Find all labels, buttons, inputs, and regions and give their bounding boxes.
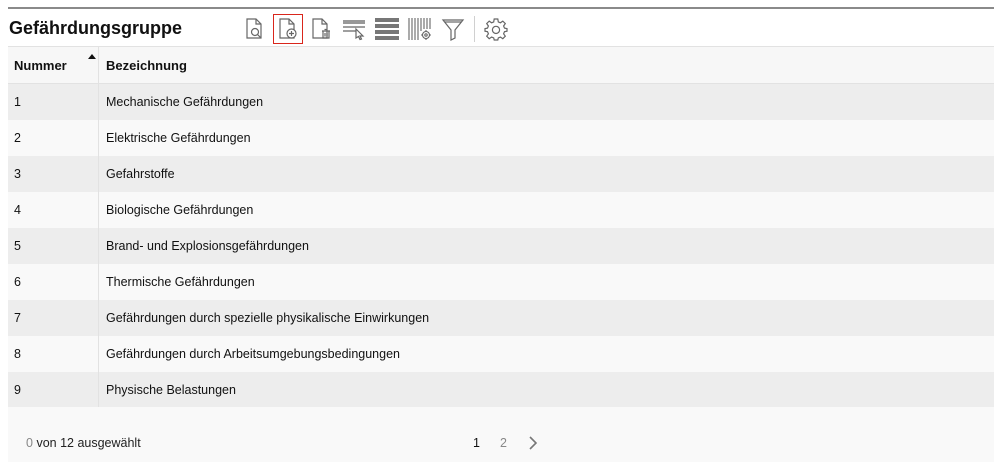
table-row[interactable]: 9 Physische Belastungen bbox=[8, 372, 994, 408]
page-title: Gefährdungsgruppe bbox=[9, 18, 183, 38]
cell-bezeichnung: Gefährdungen durch Arbeitsumgebungsbedin… bbox=[106, 347, 400, 361]
next-page-button[interactable] bbox=[521, 434, 545, 452]
preview-button[interactable] bbox=[240, 14, 270, 44]
filter-button[interactable] bbox=[438, 14, 468, 44]
select-row-button[interactable] bbox=[339, 14, 369, 44]
page-link-2[interactable]: 2 bbox=[490, 436, 517, 450]
toolbar-separator bbox=[474, 16, 475, 42]
cell-nummer: 9 bbox=[8, 372, 99, 408]
cell-nummer: 2 bbox=[8, 120, 99, 156]
cell-bezeichnung: Biologische Gefährdungen bbox=[106, 203, 254, 217]
toolbar bbox=[240, 13, 514, 45]
table-row[interactable]: 6 Thermische Gefährdungen bbox=[8, 264, 994, 300]
cell-bezeichnung: Gefahrstoffe bbox=[106, 167, 175, 181]
add-button[interactable] bbox=[273, 14, 303, 44]
grid-header: Nummer Bezeichnung bbox=[8, 46, 994, 84]
cell-nummer: 8 bbox=[8, 336, 99, 372]
cell-nummer: 3 bbox=[8, 156, 99, 192]
column-header-nummer[interactable]: Nummer bbox=[8, 47, 99, 83]
document-add-icon bbox=[279, 18, 297, 39]
header: Gefährdungsgruppe bbox=[8, 9, 994, 46]
cell-bezeichnung: Physische Belastungen bbox=[106, 383, 236, 397]
filter-icon bbox=[441, 19, 465, 41]
gear-icon bbox=[484, 18, 508, 41]
rows-button[interactable] bbox=[372, 14, 402, 44]
table-row[interactable]: 7 Gefährdungen durch spezielle physikali… bbox=[8, 300, 994, 336]
page-link-1[interactable]: 1 bbox=[463, 436, 490, 450]
table-row[interactable]: 4 Biologische Gefährdungen bbox=[8, 192, 994, 228]
cell-bezeichnung: Mechanische Gefährdungen bbox=[106, 95, 264, 109]
cell-nummer: 7 bbox=[8, 300, 99, 336]
row-select-icon bbox=[343, 20, 365, 41]
chevron-right-icon bbox=[529, 436, 538, 450]
selection-info: 0 von 12 ausgewählt bbox=[26, 436, 141, 450]
selection-text: von 12 ausgewählt bbox=[36, 436, 141, 450]
sort-ascending-icon bbox=[88, 54, 96, 59]
table-row[interactable]: 3 Gefahrstoffe bbox=[8, 156, 994, 192]
cell-bezeichnung: Thermische Gefährdungen bbox=[106, 275, 255, 289]
delete-button[interactable] bbox=[306, 14, 336, 44]
cell-nummer: 1 bbox=[8, 84, 99, 120]
cell-nummer: 6 bbox=[8, 264, 99, 300]
settings-button[interactable] bbox=[481, 14, 511, 44]
cell-bezeichnung: Gefährdungen durch spezielle physikalisc… bbox=[106, 311, 430, 325]
cell-bezeichnung: Brand- und Explosionsgefährdungen bbox=[106, 239, 309, 253]
document-search-icon bbox=[246, 18, 262, 39]
column-header-bezeichnung[interactable]: Bezeichnung bbox=[99, 47, 994, 83]
columns-settings-icon bbox=[408, 18, 431, 40]
table-row[interactable]: 1 Mechanische Gefährdungen bbox=[8, 84, 994, 120]
document-delete-icon bbox=[312, 18, 330, 39]
column-header-label: Bezeichnung bbox=[106, 57, 187, 73]
pagination: 1 2 bbox=[463, 434, 545, 452]
rows-icon bbox=[375, 18, 399, 40]
cell-bezeichnung: Elektrische Gefährdungen bbox=[106, 131, 251, 145]
cell-nummer: 5 bbox=[8, 228, 99, 264]
cell-nummer: 4 bbox=[8, 192, 99, 228]
table-row[interactable]: 2 Elektrische Gefährdungen bbox=[8, 120, 994, 156]
data-grid: Nummer Bezeichnung 1 Mechanische Gefährd… bbox=[8, 46, 994, 408]
table-row[interactable]: 5 Brand- und Explosionsgefährdungen bbox=[8, 228, 994, 264]
table-row[interactable]: 8 Gefährdungen durch Arbeitsumgebungsbed… bbox=[8, 336, 994, 372]
grid-footer: 0 von 12 ausgewählt 1 2 bbox=[8, 407, 994, 462]
column-settings-button[interactable] bbox=[405, 14, 435, 44]
selected-count: 0 bbox=[26, 436, 33, 450]
column-header-label: Nummer bbox=[14, 57, 67, 73]
